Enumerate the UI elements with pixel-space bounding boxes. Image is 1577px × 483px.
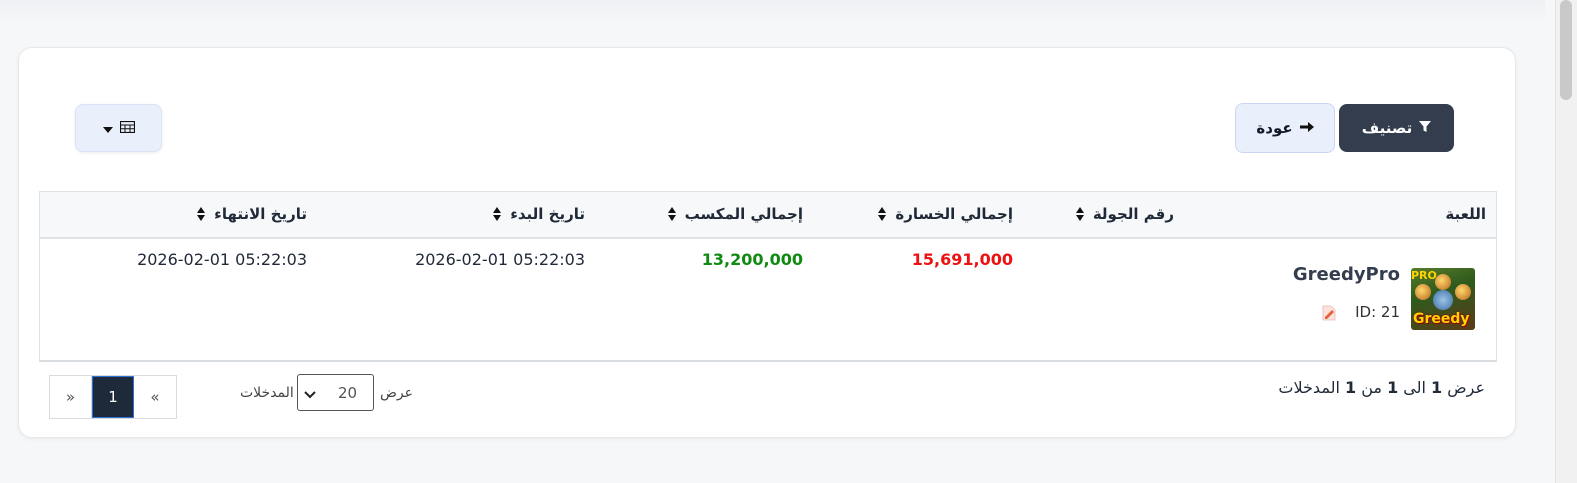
sort-icon xyxy=(667,207,677,221)
column-header-label: تاريخ الانتهاء xyxy=(214,205,307,223)
total-loss-value: 15,691,000 xyxy=(911,250,1013,269)
center-graphic xyxy=(1433,290,1453,310)
sort-icon xyxy=(197,207,206,221)
column-header-label: إجمالي المكسب xyxy=(684,205,803,223)
page-length-value: 20 xyxy=(338,384,358,402)
rounds-table: اللعبة رقم الجولة إجمالي الخسارة إجمالي … xyxy=(39,191,1497,362)
page-length-select[interactable]: 20 xyxy=(297,374,374,411)
vertical-scrollbar[interactable] xyxy=(1555,0,1577,483)
edit-icon[interactable] xyxy=(1322,305,1336,321)
info-total: 1 xyxy=(1344,378,1357,397)
end-date-value: 2026-02-01 05:22:03 xyxy=(137,250,307,269)
column-header-game[interactable]: اللعبة xyxy=(1445,205,1486,223)
table-info: عرض 1 الى 1 من 1 المدخلات xyxy=(1278,378,1485,397)
sort-icon xyxy=(878,207,887,221)
start-date-value: 2026-02-01 05:22:03 xyxy=(415,250,585,269)
column-header-round[interactable]: رقم الجولة xyxy=(1075,205,1174,223)
back-button-label: عودة xyxy=(1256,119,1293,137)
length-entries-label: المدخلات xyxy=(240,385,294,401)
arrow-right-icon xyxy=(1299,119,1314,137)
column-header-label: إجمالي الخسارة xyxy=(895,205,1013,223)
thumbnail-title-text: Greedy xyxy=(1413,311,1470,327)
column-header-total-loss[interactable]: إجمالي الخسارة xyxy=(878,205,1013,223)
column-header-label: رقم الجولة xyxy=(1092,205,1174,223)
pagination: » 1 « xyxy=(49,375,177,419)
page-top-shadow xyxy=(0,0,1545,22)
column-header-total-win[interactable]: إجمالي المكسب xyxy=(667,205,803,223)
sort-icon xyxy=(1075,207,1085,221)
sort-icon xyxy=(493,207,502,221)
table-header: اللعبة رقم الجولة إجمالي الخسارة إجمالي … xyxy=(40,192,1496,239)
filter-button-label: تصنيف xyxy=(1361,119,1413,137)
game-id: ID: 21 xyxy=(1355,303,1400,321)
scrollbar-thumb[interactable] xyxy=(1560,0,1572,100)
table-grid-icon xyxy=(119,119,135,137)
chevron-down-icon xyxy=(102,119,113,137)
column-header-end-date[interactable]: تاريخ الانتهاء xyxy=(197,205,307,223)
funnel-icon xyxy=(1419,119,1432,137)
total-win-value: 13,200,000 xyxy=(701,250,803,269)
report-card: تصنيف عودة اللعبة رقم الجولة إجمالي الخس… xyxy=(18,47,1516,438)
game-thumbnail: PRO Greedy xyxy=(1411,268,1475,330)
info-to: 1 xyxy=(1387,378,1399,397)
info-of-word: من xyxy=(1361,378,1382,397)
thumbnail-pro-text: PRO xyxy=(1411,269,1437,282)
pagination-prev[interactable]: « xyxy=(134,376,176,418)
coin-graphic xyxy=(1435,274,1451,290)
info-from: 1 xyxy=(1431,378,1443,397)
coin-graphic xyxy=(1455,284,1471,300)
filter-button[interactable]: تصنيف xyxy=(1339,104,1454,152)
column-header-start-date[interactable]: تاريخ البدء xyxy=(493,205,585,223)
column-visibility-button[interactable] xyxy=(75,104,162,152)
coin-graphic xyxy=(1415,284,1431,300)
column-header-label: تاريخ البدء xyxy=(510,205,585,223)
info-suffix: المدخلات xyxy=(1278,378,1340,397)
column-header-label: اللعبة xyxy=(1445,205,1486,223)
pagination-page-1[interactable]: 1 xyxy=(92,376,134,418)
info-to-word: الى xyxy=(1403,378,1426,397)
pagination-next[interactable]: » xyxy=(50,376,92,418)
chevron-down-icon xyxy=(304,385,316,403)
back-button[interactable]: عودة xyxy=(1235,103,1335,153)
length-show-label: عرض xyxy=(380,385,414,401)
game-name[interactable]: GreedyPro xyxy=(1293,264,1400,285)
info-prefix: عرض xyxy=(1447,378,1485,397)
